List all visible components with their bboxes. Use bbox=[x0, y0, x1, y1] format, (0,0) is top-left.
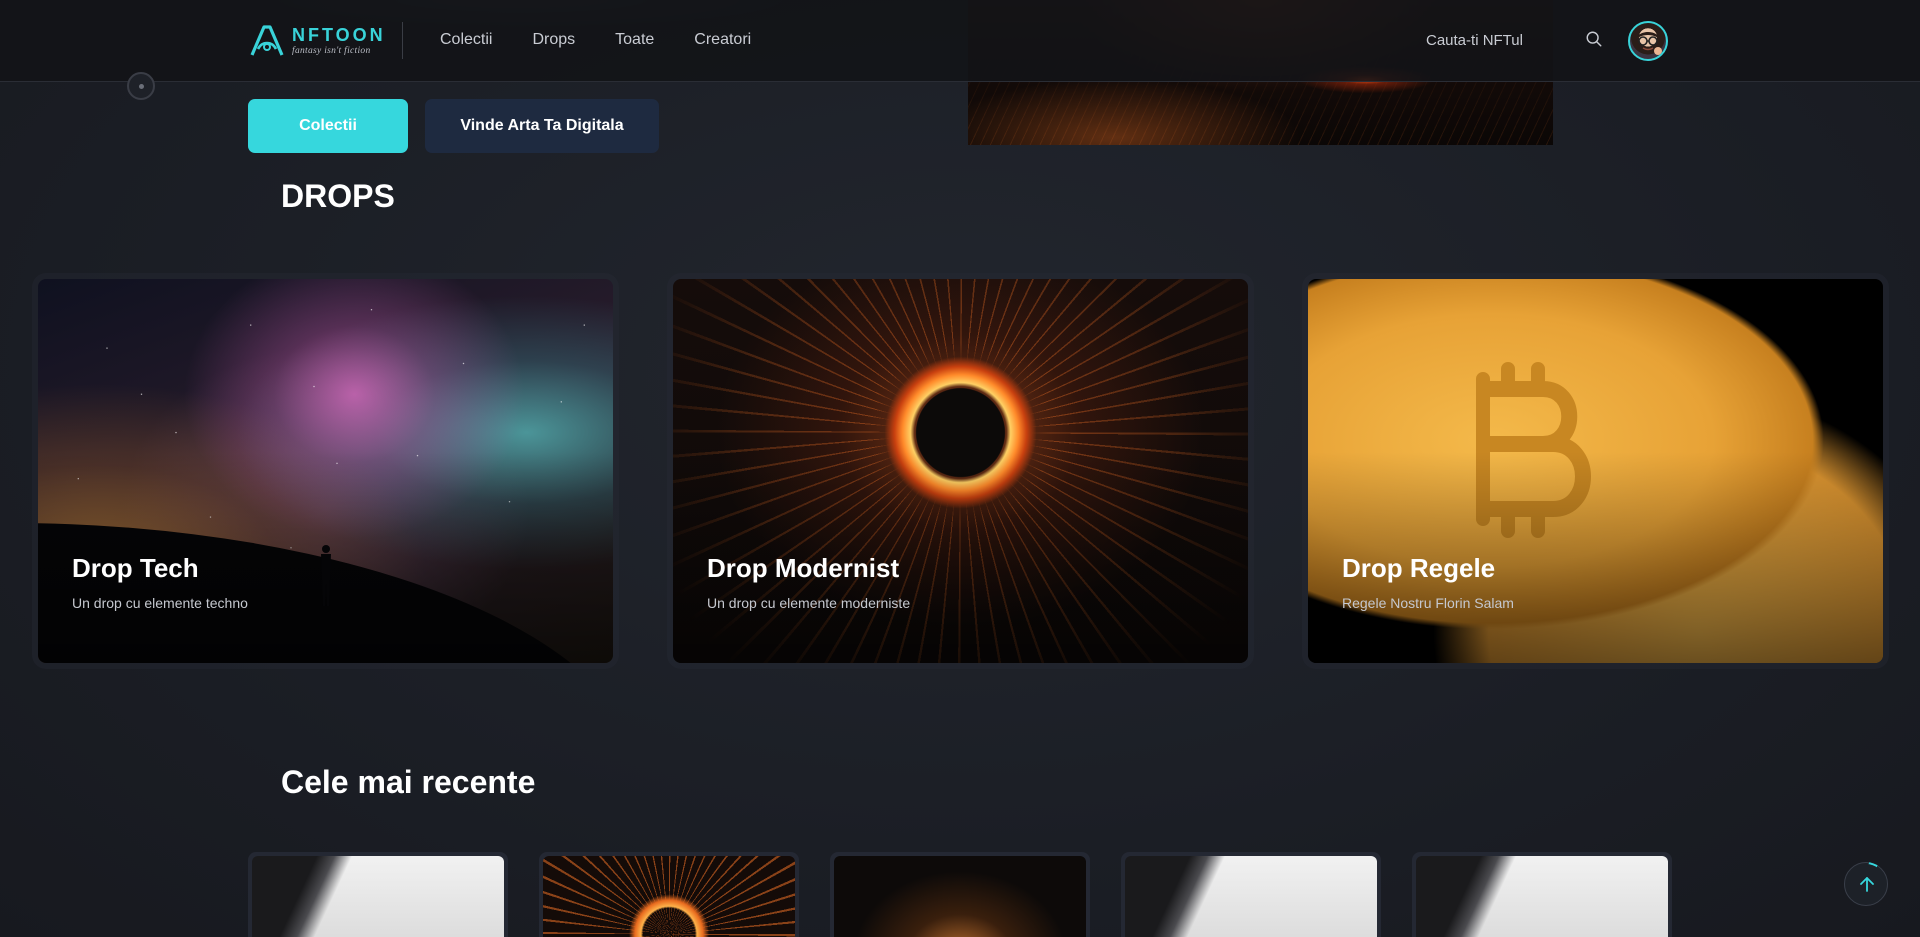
recent-nft-card[interactable] bbox=[1412, 852, 1672, 937]
user-avatar-icon bbox=[1636, 32, 1662, 55]
header-divider bbox=[402, 22, 403, 59]
nav-item-drops[interactable]: Drops bbox=[532, 31, 575, 49]
nft-thumbnail bbox=[1416, 856, 1668, 937]
scroll-to-top-button[interactable] bbox=[1844, 862, 1888, 906]
nav-item-creatori[interactable]: Creatori bbox=[694, 31, 751, 49]
person-silhouette-icon bbox=[321, 545, 331, 606]
top-navbar: NFTOON fantasy isn't fiction Colectii Dr… bbox=[0, 0, 1920, 82]
nav-item-colectii[interactable]: Colectii bbox=[440, 31, 492, 49]
nft-thumbnail bbox=[543, 856, 795, 937]
side-indicator-dot[interactable] bbox=[127, 72, 155, 100]
brand-name: NFTOON bbox=[292, 24, 386, 45]
arrow-up-icon bbox=[1860, 877, 1874, 892]
brand-tagline: fantasy isn't fiction bbox=[292, 45, 371, 56]
colectii-button[interactable]: Colectii bbox=[248, 99, 408, 153]
search-input[interactable]: Cauta-ti NFTul bbox=[1426, 32, 1523, 49]
drop-card-regele[interactable]: Drop Regele Regele Nostru Florin Salam bbox=[1308, 279, 1883, 663]
recent-nft-card[interactable] bbox=[830, 852, 1090, 937]
drop-description: Regele Nostru Florin Salam bbox=[1342, 595, 1514, 611]
nft-thumbnail bbox=[1125, 856, 1377, 937]
drop-card-modernist[interactable]: Drop Modernist Un drop cu elemente moder… bbox=[673, 279, 1248, 663]
nav-item-toate[interactable]: Toate bbox=[615, 31, 654, 49]
search-icon[interactable] bbox=[1585, 30, 1603, 48]
nft-thumbnail bbox=[834, 856, 1086, 937]
drop-name: Drop Modernist bbox=[707, 553, 900, 583]
main-nav: Colectii Drops Toate Creatori bbox=[440, 31, 751, 49]
recent-nft-card[interactable] bbox=[248, 852, 508, 937]
brand-logo-icon bbox=[250, 25, 284, 56]
avatar[interactable] bbox=[1628, 21, 1668, 61]
drop-description: Un drop cu elemente techno bbox=[72, 595, 248, 611]
sell-art-button[interactable]: Vinde Arta Ta Digitala bbox=[425, 99, 659, 153]
recent-nft-card[interactable] bbox=[1121, 852, 1381, 937]
drop-description: Un drop cu elemente moderniste bbox=[707, 595, 911, 611]
drop-card-tech[interactable]: Drop Tech Un drop cu elemente techno bbox=[38, 279, 613, 663]
drop-name: Drop Tech bbox=[72, 553, 199, 583]
drop-name: Drop Regele bbox=[1342, 553, 1496, 583]
drops-section-title: DROPS bbox=[281, 178, 395, 214]
brand-logo[interactable]: NFTOON fantasy isn't fiction bbox=[248, 22, 386, 60]
recent-section-title: Cele mai recente bbox=[281, 764, 536, 800]
recent-nft-card[interactable] bbox=[539, 852, 799, 937]
nft-thumbnail bbox=[252, 856, 504, 937]
